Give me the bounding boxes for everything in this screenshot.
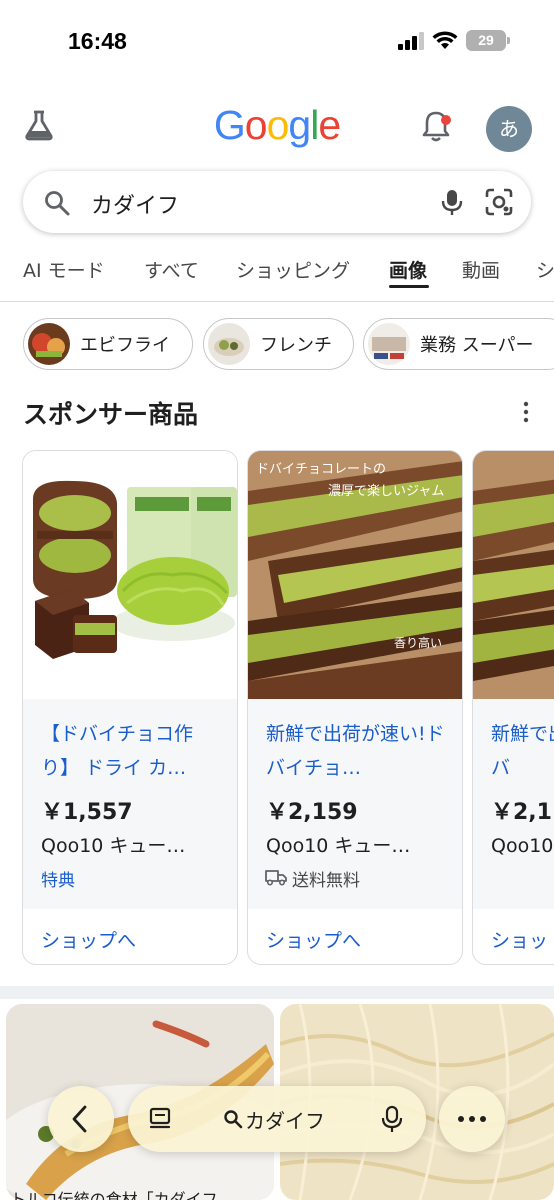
status-time: 16:48 [68,28,127,54]
chip-label: 業務 スーパー [420,335,534,356]
product-card[interactable]: 新鮮で出荷が速い!ドバ ￥2,1 Qoo10 キ ショッ [472,450,554,965]
tabs-icon[interactable] [148,1106,174,1132]
product-seller: Qoo10 キュー… [41,835,186,857]
tab-all[interactable]: すべて [144,256,199,283]
status-icons: 29 [398,30,510,51]
avatar[interactable]: あ [486,106,532,152]
header: Google あ [0,96,554,160]
shop-link[interactable]: ショッ [491,926,548,953]
more-menu-button[interactable] [439,1086,505,1152]
product-info: 【ドバイチョコ作り】 ドライ カ… ￥1,557 Qoo10 キュー… 特典 [23,699,237,909]
back-button[interactable] [48,1086,114,1152]
product-card[interactable]: 【ドバイチョコ作り】 ドライ カ… ￥1,557 Qoo10 キュー… 特典 シ… [22,450,238,965]
logo-letter: o [244,102,268,148]
product-card[interactable]: ドバイチョコレートの 濃厚で楽しいジャム 香り高い 新鮮で出荷が速い!ドバイチョ… [247,450,463,965]
address-bar[interactable]: カダイフ [128,1086,426,1152]
logo-letter: e [318,102,341,148]
back-chevron-icon [72,1105,87,1133]
bell-icon[interactable] [418,108,454,144]
search-input[interactable]: カダイフ [91,188,179,220]
product-image [473,451,554,699]
search-box[interactable]: カダイフ [23,171,531,233]
product-seller: Qoo10 キュー… [266,835,411,857]
product-title[interactable]: 新鮮で出荷が速い!ドバイチョ… [266,717,454,785]
chip-ebi-fry[interactable]: エビフライ [23,318,193,370]
divider [0,301,554,302]
status-bar: 16:48 29 [0,0,554,84]
image-text: 濃厚で楽しいジャム [328,483,444,499]
shop-link[interactable]: ショップへ [266,926,361,953]
product-image: ドバイチョコレートの 濃厚で楽しいジャム 香り高い [248,451,462,699]
notification-dot [441,115,451,125]
sponsored-title: スポンサー商品 [23,400,199,429]
product-price: ￥1,557 [41,800,133,825]
chip-thumbnail [368,323,410,365]
product-info: 新鮮で出荷が速い!ドバ ￥2,1 Qoo10 キ [473,699,554,909]
chip-gyomu-super[interactable]: 業務 スーパー [363,318,554,370]
google-logo: Google [0,102,554,149]
search-icon[interactable] [43,189,71,217]
mic-icon[interactable] [438,188,466,216]
logo-letter: g [288,102,311,148]
truck-icon [265,870,287,886]
chip-french[interactable]: フレンチ [203,318,354,370]
product-price: ￥2,1 [491,800,552,825]
tab-videos[interactable]: 動画 [462,256,500,283]
more-dots-icon [458,1116,486,1122]
google-image-search-page: 16:48 29 Google あ カダイフ AI モード すべて ショッピング… [0,0,554,1200]
product-title[interactable]: 新鮮で出荷が速い!ドバ [491,717,554,785]
tab-shopping[interactable]: ショッピング [236,256,350,283]
tab-images[interactable]: 画像 [389,256,427,283]
image-text: 香り高い [394,635,442,650]
address-bar-query[interactable]: カダイフ [245,1105,325,1134]
product-price: ￥2,159 [266,800,358,825]
active-tab-indicator [389,285,429,288]
lens-icon[interactable] [484,187,514,217]
product-image [23,451,237,699]
chip-label: エビフライ [80,335,170,356]
battery-indicator: 29 [466,30,510,51]
mic-icon[interactable] [381,1105,403,1133]
chip-thumbnail [208,323,250,365]
more-options-icon[interactable] [519,400,533,424]
shop-link[interactable]: ショップへ [41,926,136,953]
chip-label: フレンチ [260,335,332,356]
image-text: ドバイチョコレートの [256,462,386,477]
logo-letter: l [310,102,319,148]
wifi-icon [432,31,458,49]
image-result-caption[interactable]: トルコ伝統の食材「カダイフ [10,1186,218,1200]
product-offer: 特典 [41,871,75,891]
cellular-signal-icon [398,31,424,50]
search-icon [224,1110,243,1129]
section-divider [0,986,554,999]
product-info: 新鮮で出荷が速い!ドバイチョ… ￥2,159 Qoo10 キュー… 送料無料 [248,699,462,909]
free-shipping-label: 送料無料 [292,871,360,891]
logo-letter: o [266,102,290,148]
product-title[interactable]: 【ドバイチョコ作り】 ドライ カ… [41,717,229,785]
logo-letter: G [213,102,246,148]
product-seller: Qoo10 キ [491,835,554,857]
tab-ai-mode[interactable]: AI モード [23,256,105,283]
search-tabs: AI モード すべて ショッピング 画像 動画 シ [0,248,554,302]
tab-more[interactable]: シ [536,256,554,283]
chip-thumbnail [28,323,70,365]
